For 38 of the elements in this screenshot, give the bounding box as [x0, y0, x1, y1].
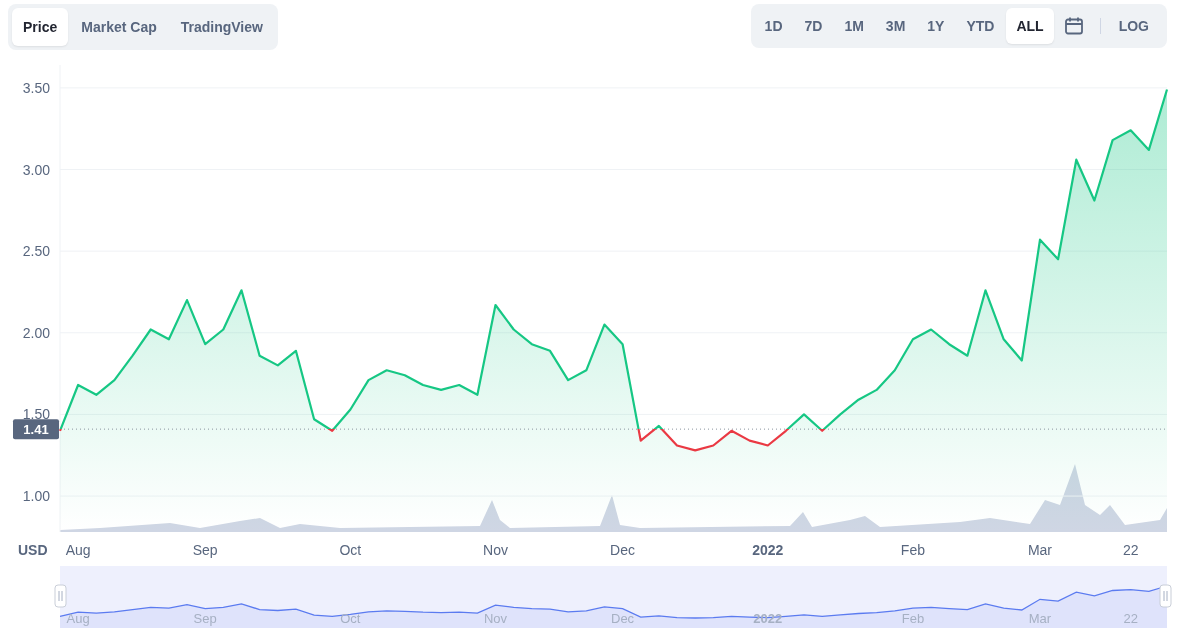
range-handle[interactable]	[1159, 584, 1172, 608]
navigator-label: Oct	[340, 611, 361, 626]
log-scale-toggle[interactable]: LOG	[1108, 8, 1159, 44]
y-axis-label: 2.50	[22, 243, 50, 260]
y-axis-label: 3.00	[22, 161, 50, 178]
range-tab[interactable]: 1D	[754, 8, 793, 44]
range-tab[interactable]: YTD	[956, 8, 1005, 44]
x-axis-label: 22	[1122, 542, 1139, 558]
range-tab[interactable]: 7D	[794, 8, 833, 44]
ref-line-label: 1.41	[23, 422, 49, 438]
navigator-label: 22	[1123, 611, 1138, 626]
x-axis-label: Nov	[483, 542, 508, 558]
x-axis-label: Oct	[339, 542, 362, 558]
view-tab[interactable]: Market Cap	[70, 8, 168, 46]
range-tab[interactable]: 1Y	[917, 8, 955, 44]
y-axis-label: 2.00	[22, 324, 50, 341]
x-axis-label: Mar	[1027, 542, 1053, 558]
x-axis-label: Dec	[610, 542, 636, 558]
range-tab[interactable]: 1M	[834, 8, 874, 44]
range-tab[interactable]: ALL	[1006, 8, 1054, 44]
navigator-label: Sep	[193, 611, 217, 626]
x-axis-label: Sep	[192, 542, 218, 558]
x-axis-label: Aug	[65, 542, 91, 558]
view-tab[interactable]: Price	[12, 8, 69, 46]
navigator-label: Mar	[1028, 611, 1052, 626]
baseline-price-label: 1.41	[13, 419, 59, 440]
range-tab[interactable]: 3M	[875, 8, 916, 44]
navigator-label: Feb	[901, 611, 925, 626]
navigator-label: Dec	[611, 611, 635, 626]
currency-label: USD	[18, 542, 48, 558]
y-axis-label: 3.50	[22, 79, 50, 96]
navigator-label: Aug	[66, 611, 90, 626]
navigator-label: Nov	[484, 611, 508, 626]
x-axis-label: 2022	[752, 542, 784, 558]
view-tab[interactable]: TradingView	[169, 8, 274, 46]
y-axis-label: 1.00	[22, 488, 50, 505]
x-axis-label: Feb	[900, 542, 925, 558]
range-handle[interactable]	[54, 584, 67, 608]
